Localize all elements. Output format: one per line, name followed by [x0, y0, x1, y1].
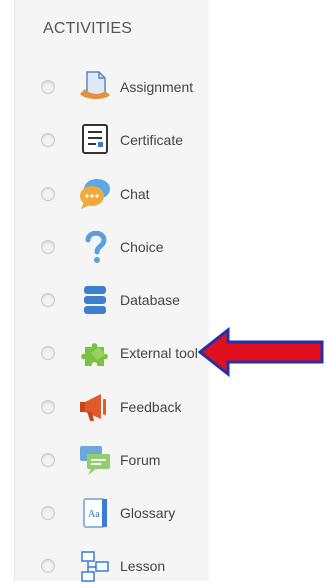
certificate-icon	[77, 122, 113, 158]
choice-icon	[77, 229, 113, 265]
radio-chat[interactable]	[41, 187, 55, 201]
label-certificate: Certificate	[120, 132, 184, 148]
activity-assignment[interactable]: Assignment	[15, 67, 209, 107]
radio-assignment[interactable]	[41, 80, 55, 94]
activities-heading: ACTIVITIES	[43, 20, 133, 37]
external-tool-icon	[77, 335, 113, 371]
label-database: Database	[120, 292, 180, 308]
radio-forum[interactable]	[41, 453, 55, 467]
activity-forum[interactable]: Forum	[15, 440, 209, 480]
activity-external-tool[interactable]: External tool	[15, 333, 209, 373]
radio-feedback[interactable]	[41, 400, 55, 414]
activity-database[interactable]: Database	[15, 280, 209, 320]
radio-external-tool[interactable]	[41, 346, 55, 360]
feedback-icon	[77, 389, 113, 425]
database-icon	[77, 282, 113, 318]
label-chat: Chat	[120, 186, 150, 202]
chat-icon	[77, 176, 113, 212]
label-glossary: Glossary	[120, 505, 176, 521]
label-external-tool: External tool	[120, 345, 198, 361]
activity-certificate[interactable]: Certificate	[15, 120, 209, 160]
label-feedback: Feedback	[120, 399, 182, 415]
radio-certificate[interactable]	[41, 133, 55, 147]
glossary-icon: Aa	[77, 495, 113, 531]
activity-choice[interactable]: Choice	[15, 227, 209, 267]
assignment-icon	[77, 69, 113, 105]
radio-database[interactable]	[41, 293, 55, 307]
activity-glossary[interactable]: Aa Glossary	[15, 493, 209, 533]
svg-text:Aa: Aa	[88, 509, 100, 520]
activity-chat[interactable]: Chat	[15, 174, 209, 214]
activity-feedback[interactable]: Feedback	[15, 387, 209, 427]
label-forum: Forum	[120, 452, 161, 468]
red-arrow-annotation	[197, 326, 326, 378]
label-choice: Choice	[120, 239, 164, 255]
radio-lesson[interactable]	[41, 559, 55, 573]
activities-panel: ACTIVITIES Assignment Certificate Chat C…	[14, 0, 209, 582]
label-lesson: Lesson	[120, 558, 166, 574]
activity-lesson[interactable]: Lesson	[15, 546, 209, 586]
label-assignment: Assignment	[120, 79, 194, 95]
radio-choice[interactable]	[41, 240, 55, 254]
forum-icon	[77, 442, 113, 478]
lesson-icon	[77, 548, 113, 584]
radio-glossary[interactable]	[41, 506, 55, 520]
